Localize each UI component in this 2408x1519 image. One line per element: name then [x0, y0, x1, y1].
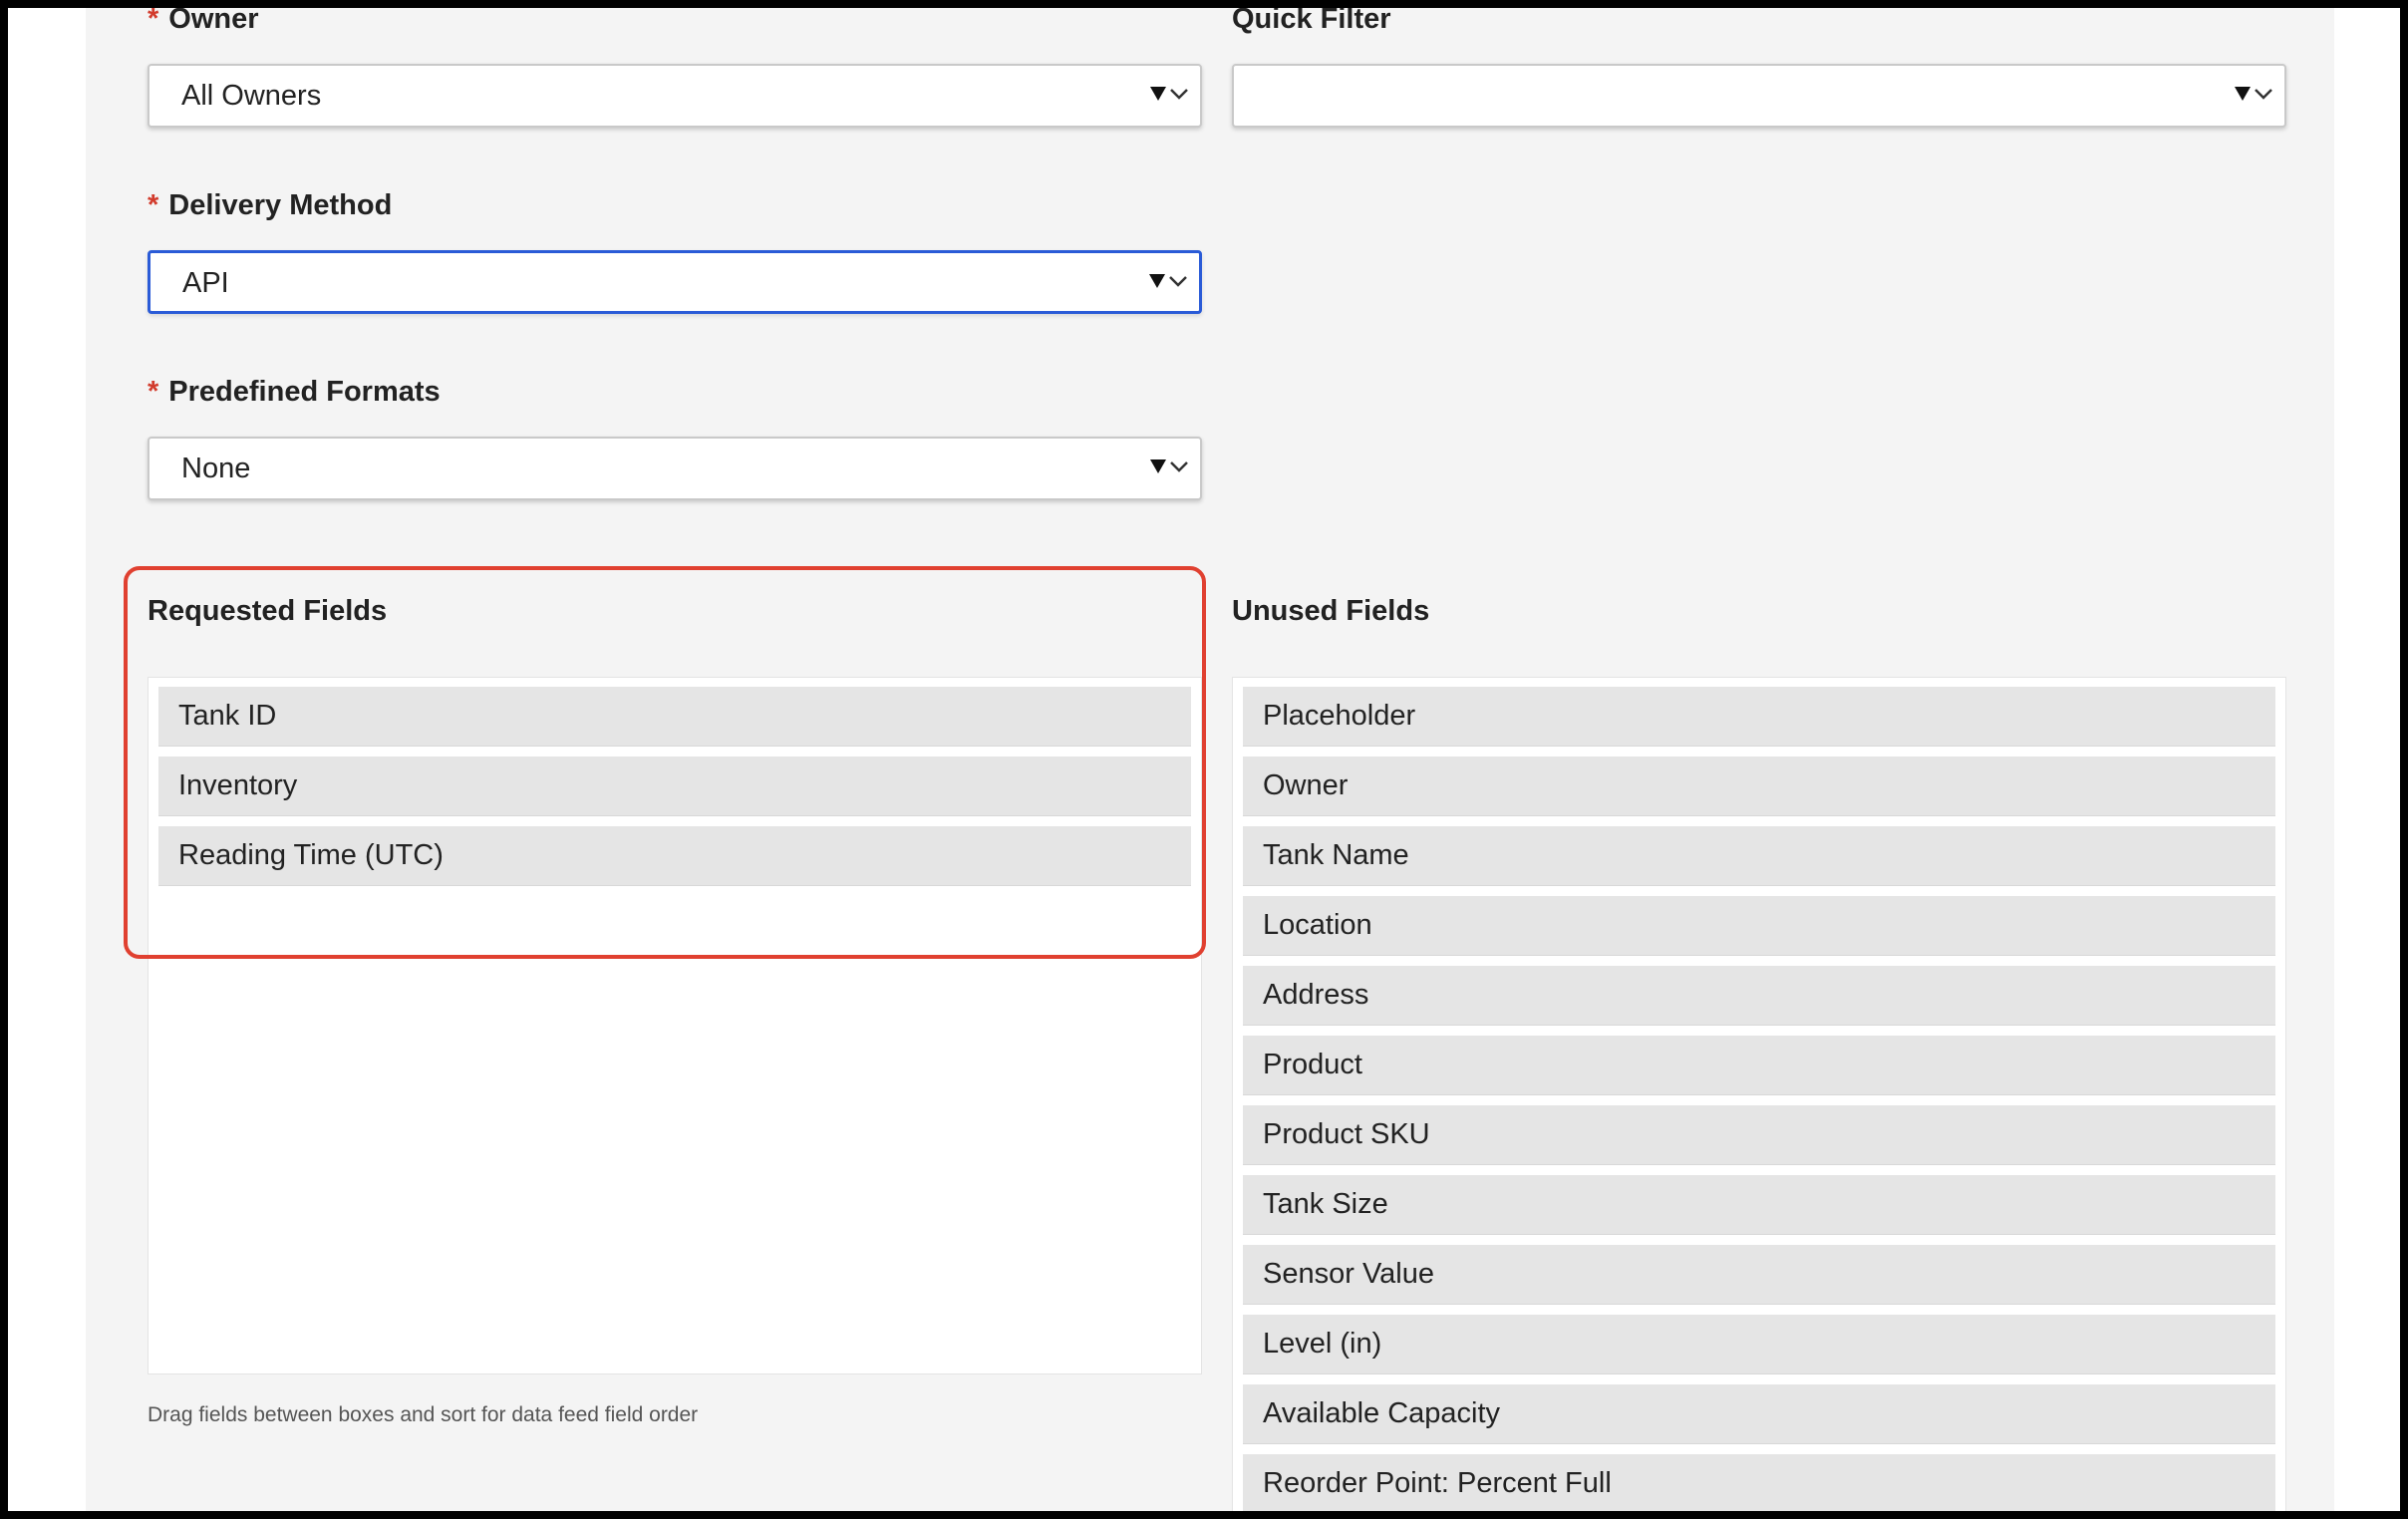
- predefined-formats-select-value: None: [181, 453, 251, 484]
- delivery-method-select-value: API: [182, 267, 229, 299]
- unused-field-item[interactable]: Sensor Value: [1243, 1245, 2275, 1305]
- predefined-formats-select[interactable]: None: [148, 437, 1202, 500]
- caret-down-icon: [1149, 274, 1165, 288]
- required-marker: *: [148, 189, 159, 221]
- required-marker: *: [148, 376, 159, 408]
- viewport: * Owner All Owners Quick Filter * Delivery…: [8, 8, 2400, 1511]
- caret-down-icon: [2235, 87, 2251, 101]
- unused-field-item[interactable]: Tank Name: [1243, 826, 2275, 886]
- owner-label: * Owner: [148, 8, 259, 36]
- caret-down-icon: [1150, 87, 1166, 101]
- unused-field-item[interactable]: Product SKU: [1243, 1105, 2275, 1165]
- data-feed-form: * Owner All Owners Quick Filter * Delivery…: [86, 8, 2334, 1511]
- caret-down-icon: [1150, 459, 1166, 473]
- delivery-method-select[interactable]: API: [148, 250, 1202, 314]
- chevron-down-icon: [2255, 89, 2272, 100]
- owner-select[interactable]: All Owners: [148, 64, 1202, 128]
- unused-fields-list[interactable]: Placeholder Owner Tank Name Location Add…: [1232, 677, 2286, 1511]
- unused-field-item[interactable]: Reorder Point: Percent Full: [1243, 1454, 2275, 1511]
- requested-fields-list[interactable]: Tank ID Inventory Reading Time (UTC): [148, 677, 1202, 1374]
- unused-field-item[interactable]: Location: [1243, 896, 2275, 956]
- requested-field-item[interactable]: Tank ID: [158, 687, 1191, 747]
- requested-fields-title: Requested Fields: [148, 595, 388, 627]
- drag-hint-text: Drag fields between boxes and sort for d…: [148, 1403, 699, 1426]
- unused-field-item[interactable]: Product: [1243, 1036, 2275, 1095]
- chevron-down-icon: [1170, 89, 1188, 100]
- unused-field-item[interactable]: Level (in): [1243, 1315, 2275, 1374]
- owner-select-value: All Owners: [181, 80, 322, 112]
- delivery-method-label: * Delivery Method: [148, 189, 393, 221]
- predefined-formats-label: * Predefined Formats: [148, 376, 441, 408]
- requested-field-item[interactable]: Inventory: [158, 757, 1191, 816]
- quick-filter-select[interactable]: [1232, 64, 2286, 128]
- quick-filter-label: Quick Filter: [1232, 8, 1391, 35]
- required-marker: *: [148, 8, 159, 35]
- unused-field-item[interactable]: Address: [1243, 966, 2275, 1026]
- chevron-down-icon: [1170, 461, 1188, 472]
- unused-field-item[interactable]: Owner: [1243, 757, 2275, 816]
- unused-field-item[interactable]: Placeholder: [1243, 687, 2275, 747]
- unused-field-item[interactable]: Tank Size: [1243, 1175, 2275, 1235]
- unused-field-item[interactable]: Available Capacity: [1243, 1384, 2275, 1444]
- unused-fields-title: Unused Fields: [1232, 595, 1430, 627]
- requested-field-item[interactable]: Reading Time (UTC): [158, 826, 1191, 886]
- chevron-down-icon: [1169, 276, 1187, 287]
